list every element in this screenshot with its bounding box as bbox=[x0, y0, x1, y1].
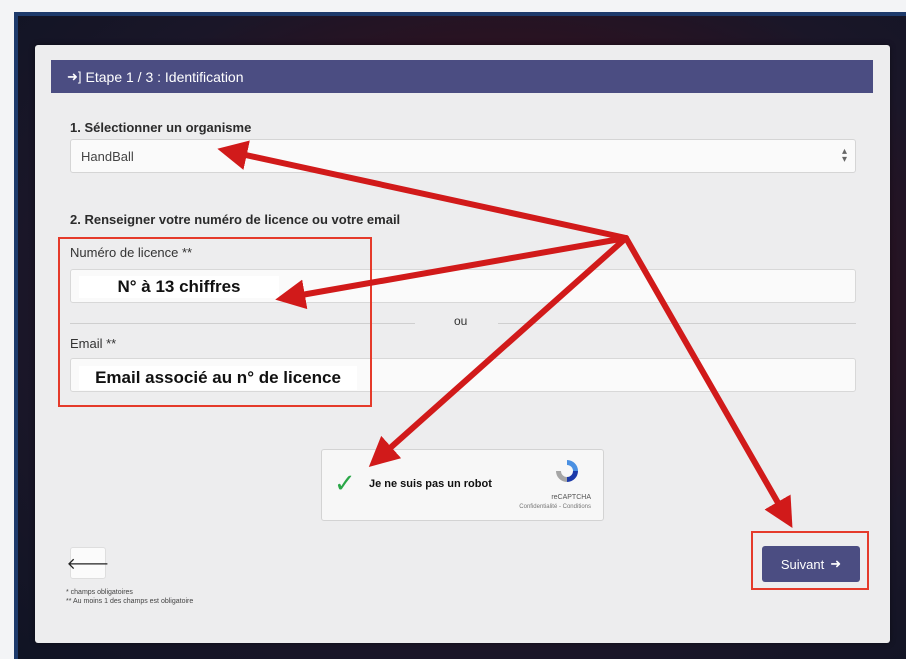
licence-section-title: 2. Renseigner votre numéro de licence ou… bbox=[70, 212, 401, 227]
separator-or: ou bbox=[454, 314, 468, 328]
recaptcha-links[interactable]: Confidentialité - Conditions bbox=[519, 504, 591, 510]
footnote-required: * champs obligatoires bbox=[66, 589, 133, 596]
step-header: ➜] Etape 1 / 3 : Identification bbox=[51, 60, 873, 93]
recaptcha-logo-icon bbox=[556, 460, 578, 482]
recaptcha-label: Je ne suis pas un robot bbox=[369, 478, 492, 490]
back-button[interactable]: 🡐 bbox=[67, 547, 109, 579]
recaptcha-brand: reCAPTCHA bbox=[551, 494, 591, 501]
arrow-left-icon: 🡐 bbox=[66, 555, 110, 573]
checkmark-icon: ✓ bbox=[334, 468, 356, 498]
recaptcha-widget[interactable]: ✓ Je ne suis pas un robot reCAPTCHA Conf… bbox=[321, 449, 604, 521]
organism-select[interactable]: HandBall ▴ ▾ bbox=[70, 139, 856, 173]
sign-in-icon: ➜] bbox=[67, 68, 82, 84]
step-title: Etape 1 / 3 : Identification bbox=[85, 68, 244, 85]
organism-section-title: 1. Sélectionner un organisme bbox=[70, 120, 252, 135]
organism-select-value: HandBall bbox=[81, 148, 134, 164]
highlight-fields-box bbox=[58, 237, 372, 407]
select-arrows-icon: ▴ ▾ bbox=[841, 146, 847, 165]
highlight-next-box bbox=[751, 531, 869, 590]
separator-right bbox=[498, 323, 856, 324]
footnote-at-least-one: ** Au moins 1 des champs est obligatoire bbox=[66, 598, 194, 605]
